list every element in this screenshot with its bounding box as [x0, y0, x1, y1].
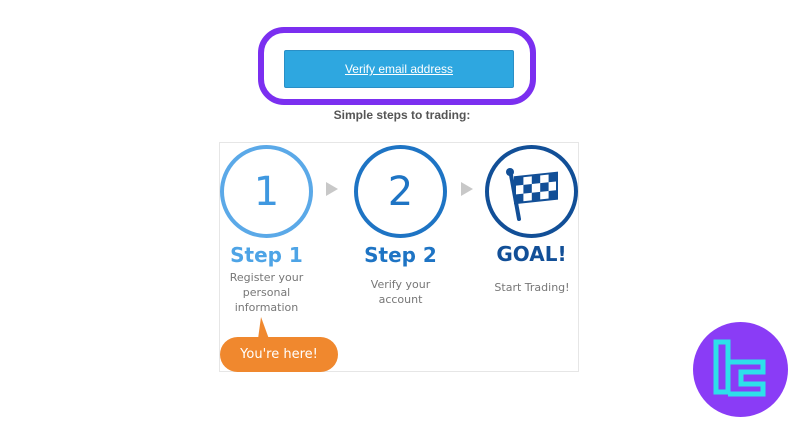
arrow-right-icon — [461, 182, 473, 196]
current-step-badge: You're here! — [220, 337, 338, 372]
steps-heading: Simple steps to trading: — [333, 108, 471, 122]
goal-description: Start Trading! — [494, 281, 570, 294]
verify-email-button[interactable]: Verify email address — [284, 50, 514, 88]
arrow-right-icon — [326, 182, 338, 196]
brand-logo — [693, 322, 788, 417]
goal-circle — [485, 145, 578, 238]
step-1-number: 1 — [253, 168, 280, 215]
step-2-number: 2 — [387, 168, 414, 215]
step-1-circle: 1 — [220, 145, 313, 238]
steps-panel: 1 2 Step 1 Step 2 GOAL! Register your pe… — [219, 142, 579, 372]
tc-logo-icon — [713, 339, 766, 397]
checkered-flag-icon — [505, 167, 558, 221]
goal-title: GOAL! — [496, 242, 567, 266]
step-2-description: Verify your account — [370, 278, 431, 306]
step-1-description: Register your personal information — [229, 271, 304, 314]
step-1-title: Step 1 — [230, 243, 303, 267]
badge-pointer — [258, 317, 269, 339]
step-2-title: Step 2 — [364, 243, 437, 267]
step-2-circle: 2 — [354, 145, 447, 238]
